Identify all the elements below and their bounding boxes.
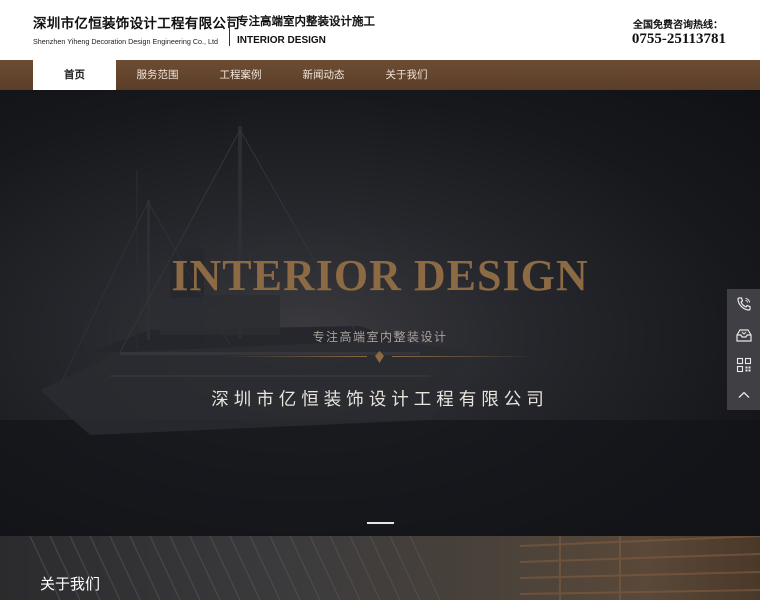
- brand-divider: [229, 16, 230, 46]
- brand-name-cn[interactable]: 深圳市亿恒装饰设计工程有限公司: [33, 12, 240, 32]
- nav-item-news[interactable]: 新闻动态: [282, 60, 365, 90]
- phone-icon: [736, 297, 751, 311]
- hero-company-name: 深圳市亿恒装饰设计工程有限公司: [211, 390, 549, 410]
- qr-code-icon: [736, 357, 751, 373]
- nav-item-about[interactable]: 关于我们: [365, 60, 448, 90]
- about-background-image: [29, 536, 760, 600]
- nav-item-home[interactable]: 首页: [33, 60, 116, 90]
- hero-divider-right: [392, 356, 537, 357]
- side-message-button[interactable]: [727, 320, 760, 350]
- inbox-icon: [735, 329, 752, 342]
- hotline-number[interactable]: 0755-25113781: [632, 31, 726, 48]
- nav-item-services[interactable]: 服务范围: [116, 60, 199, 90]
- site-header: 深圳市亿恒装饰设计工程有限公司 Shenzhen Yiheng Decorati…: [0, 0, 760, 60]
- chevron-up-icon: [738, 391, 749, 398]
- about-section: 关于我们: [0, 536, 760, 600]
- side-toolbar: [727, 289, 760, 410]
- diamond-ornament-icon: [375, 351, 384, 363]
- slogan-en: INTERIOR DESIGN: [237, 35, 326, 46]
- hero-divider-left: [222, 356, 367, 357]
- about-title[interactable]: 关于我们: [40, 573, 100, 594]
- hero-background-image: [0, 126, 760, 536]
- slogan-cn: 专注高端室内整装设计施工: [237, 14, 375, 28]
- hero-banner: INTERIOR DESIGN 专注高端室内整装设计 深圳市亿恒装饰设计工程有限…: [0, 90, 760, 536]
- carousel-indicator[interactable]: [367, 522, 394, 524]
- hero-subtitle: 专注高端室内整装设计: [312, 330, 448, 344]
- nav-item-cases[interactable]: 工程案例: [199, 60, 282, 90]
- back-to-top-button[interactable]: [727, 380, 760, 410]
- main-nav: 首页 服务范围 工程案例 新闻动态 关于我们: [0, 60, 760, 90]
- hotline-label: 全国免费咨询热线：: [633, 20, 723, 31]
- side-qrcode-button[interactable]: [727, 350, 760, 380]
- side-phone-button[interactable]: [727, 289, 760, 319]
- hero-title: INTERIOR DESIGN: [171, 251, 589, 300]
- brand-name-en: Shenzhen Yiheng Decoration Design Engine…: [33, 37, 219, 46]
